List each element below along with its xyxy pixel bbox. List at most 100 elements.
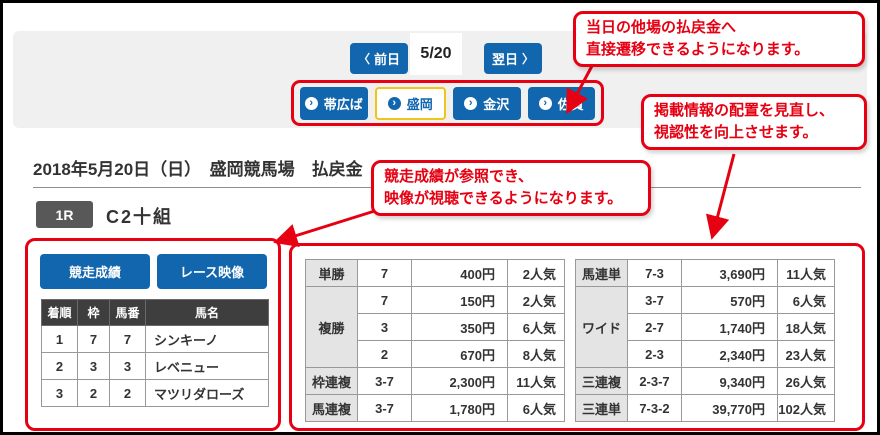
combination-cell: 3-7 <box>358 395 412 422</box>
track-button-morioka[interactable]: › 盛岡 <box>375 87 447 120</box>
finish-cell: 2 <box>42 353 78 380</box>
popularity-cell: 18人気 <box>778 314 835 341</box>
amount-cell: 9,340円 <box>682 368 778 395</box>
track-label: 金沢 <box>483 94 509 113</box>
track-label: 盛岡 <box>407 94 433 113</box>
race-results-table: 着順 枠 馬番 馬名 1 7 7 シンキーノ 2 3 3 レベニュー <box>41 299 269 407</box>
column-header-number: 馬番 <box>110 300 146 326</box>
bet-type-label: 単勝 <box>306 260 358 287</box>
combination-cell: 2-3-7 <box>628 368 682 395</box>
payout-row: 三連単 7-3-2 39,770円 102人気 <box>576 395 835 422</box>
chevron-right-icon: 〉 <box>522 50 534 67</box>
chevron-left-icon: 〈 <box>358 50 370 67</box>
amount-cell: 2,340円 <box>682 341 778 368</box>
amount-cell: 1,780円 <box>412 395 508 422</box>
amount-cell: 400円 <box>412 260 508 287</box>
bet-type-label: ワイド <box>576 287 628 368</box>
bet-type-label: 枠連複 <box>306 368 358 395</box>
amount-cell: 39,770円 <box>682 395 778 422</box>
annotation-other-tracks: 当日の他場の払戻金へ 直接遷移できるようになります。 <box>573 11 865 67</box>
race-video-button[interactable]: レース映像 <box>157 254 267 289</box>
frame-cell: 3 <box>78 353 110 380</box>
column-header-finish: 着順 <box>42 300 78 326</box>
popularity-cell: 11人気 <box>778 260 835 287</box>
payout-table-right: 馬連単 7-3 3,690円 11人気 ワイド 3-7 570円 6人気 2-7… <box>575 259 835 422</box>
annotation-line: 掲載情報の配置を見直し、 <box>654 100 854 122</box>
arrow-circle-icon: › <box>464 97 477 110</box>
payout-row: 馬連複 3-7 1,780円 6人気 <box>306 395 565 422</box>
payout-row: 枠連複 3-7 2,300円 11人気 <box>306 368 565 395</box>
frame-cell: 7 <box>78 326 110 353</box>
amount-cell: 3,690円 <box>682 260 778 287</box>
arrow-circle-icon: › <box>305 97 318 110</box>
combination-cell: 3-7 <box>358 368 412 395</box>
amount-cell: 150円 <box>412 287 508 314</box>
combination-cell: 7 <box>358 260 412 287</box>
current-date: 5/20 <box>410 33 462 75</box>
number-cell: 2 <box>110 380 146 407</box>
payout-table-left: 単勝 7 400円 2人気 複勝 7 150円 2人気 3 350円 6人気 <box>305 259 565 422</box>
bet-type-label: 複勝 <box>306 287 358 368</box>
popularity-cell: 102人気 <box>778 395 835 422</box>
race-class-label: C2十組 <box>106 203 173 229</box>
amount-cell: 1,740円 <box>682 314 778 341</box>
prev-day-label: 前日 <box>374 49 400 68</box>
amount-cell: 670円 <box>412 341 508 368</box>
payout-panel-highlight: 単勝 7 400円 2人気 複勝 7 150円 2人気 3 350円 6人気 <box>289 243 865 431</box>
track-button-saga[interactable]: › 佐賀 <box>528 87 596 120</box>
amount-cell: 350円 <box>412 314 508 341</box>
horse-name-cell: シンキーノ <box>146 326 269 353</box>
annotation-line: 当日の他場の払戻金へ <box>586 17 852 39</box>
column-header-frame: 枠 <box>78 300 110 326</box>
next-day-button[interactable]: 翌日 〉 <box>484 43 542 74</box>
arrow-to-race-panel <box>279 209 381 241</box>
bet-type-label: 馬連複 <box>306 395 358 422</box>
track-label: 佐賀 <box>558 94 584 113</box>
popularity-cell: 6人気 <box>508 314 565 341</box>
number-cell: 3 <box>110 353 146 380</box>
race-results-button[interactable]: 競走成績 <box>40 254 150 289</box>
frame-cell: 2 <box>78 380 110 407</box>
track-button-obihiro[interactable]: › 帯広ば <box>300 87 368 120</box>
next-day-label: 翌日 <box>492 49 518 68</box>
combination-cell: 2-7 <box>628 314 682 341</box>
combination-cell: 7 <box>358 287 412 314</box>
amount-cell: 570円 <box>682 287 778 314</box>
horse-name-cell: レベニュー <box>146 353 269 380</box>
annotation-line: 視認性を向上させます。 <box>654 122 854 144</box>
race-panel-highlight: 競走成績 レース映像 着順 枠 馬番 馬名 1 7 7 シンキーノ 2 <box>25 238 281 431</box>
table-row: 1 7 7 シンキーノ <box>42 326 269 353</box>
column-header-horse: 馬名 <box>146 300 269 326</box>
popularity-cell: 26人気 <box>778 368 835 395</box>
track-button-kanazawa[interactable]: › 金沢 <box>453 87 521 120</box>
page: 〈 前日 5/20 翌日 〉 › 帯広ば › 盛岡 › 金沢 › 佐賀 2018… <box>0 0 880 435</box>
annotation-results: 競走成績が参照でき、 映像が視聴できるようになります。 <box>371 160 651 216</box>
arrow-circle-icon: › <box>539 97 552 110</box>
table-header-row: 着順 枠 馬番 馬名 <box>42 300 269 326</box>
payout-row: ワイド 3-7 570円 6人気 <box>576 287 835 314</box>
combination-cell: 7-3 <box>628 260 682 287</box>
arrow-circle-icon: › <box>388 97 401 110</box>
track-buttons-highlight: › 帯広ば › 盛岡 › 金沢 › 佐賀 <box>291 80 604 126</box>
annotation-line: 直接遷移できるようになります。 <box>586 39 852 61</box>
popularity-cell: 6人気 <box>778 287 835 314</box>
popularity-cell: 2人気 <box>508 260 565 287</box>
combination-cell: 3-7 <box>628 287 682 314</box>
payout-row: 単勝 7 400円 2人気 <box>306 260 565 287</box>
annotation-layout: 掲載情報の配置を見直し、 視認性を向上させます。 <box>641 94 867 150</box>
track-label: 帯広ば <box>324 94 363 113</box>
finish-cell: 1 <box>42 326 78 353</box>
annotation-line: 競走成績が参照でき、 <box>384 166 638 188</box>
race-number-badge: 1R <box>36 201 93 228</box>
table-row: 2 3 3 レベニュー <box>42 353 269 380</box>
popularity-cell: 8人気 <box>508 341 565 368</box>
combination-cell: 7-3-2 <box>628 395 682 422</box>
prev-day-button[interactable]: 〈 前日 <box>350 43 408 74</box>
bet-type-label: 馬連単 <box>576 260 628 287</box>
finish-cell: 3 <box>42 380 78 407</box>
combination-cell: 2 <box>358 341 412 368</box>
number-cell: 7 <box>110 326 146 353</box>
popularity-cell: 11人気 <box>508 368 565 395</box>
payout-row: 馬連単 7-3 3,690円 11人気 <box>576 260 835 287</box>
payout-row: 三連複 2-3-7 9,340円 26人気 <box>576 368 835 395</box>
